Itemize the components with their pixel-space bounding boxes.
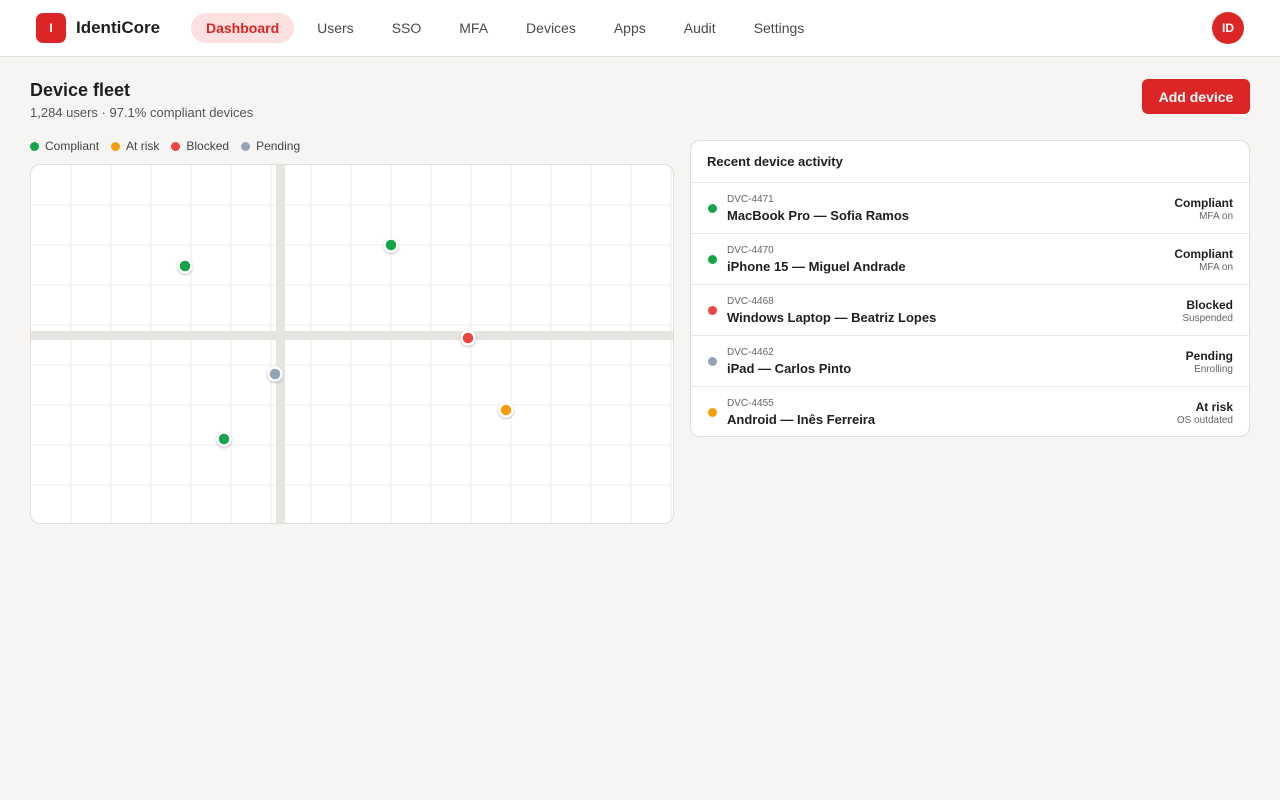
activity-panel-title: Recent device activity: [691, 141, 1249, 183]
nav-item-audit[interactable]: Audit: [669, 13, 731, 43]
status-dot: [708, 255, 717, 264]
device-status-detail: MFA on: [1199, 262, 1233, 273]
status-dot: [708, 306, 717, 315]
status-dot: [708, 357, 717, 366]
device-name: Android — Inês Ferreira: [727, 412, 876, 427]
legend-dot-pending: [241, 141, 251, 151]
page-subtitle: 1,284 users · 97.1% compliant devices: [30, 105, 254, 120]
device-id: DVC-4468: [727, 296, 774, 307]
app-logo-icon[interactable]: I: [36, 13, 66, 43]
device-id: DVC-4470: [727, 245, 774, 256]
device-name: MacBook Pro — Sofia Ramos: [727, 208, 910, 223]
device-status: Compliant: [1174, 247, 1233, 261]
device-status: Blocked: [1186, 298, 1233, 312]
device-status: At risk: [1195, 400, 1233, 414]
app-name: IdentiCore: [76, 18, 161, 37]
device-marker[interactable]: [460, 330, 476, 346]
nav-item-apps[interactable]: Apps: [599, 13, 661, 43]
legend-dot-at-risk: [111, 141, 121, 151]
activity-row[interactable]: DVC-4468 Windows Laptop — Beatriz Lopes …: [691, 285, 1249, 336]
legend-label: Compliant: [45, 139, 100, 153]
device-marker[interactable]: [383, 237, 399, 253]
device-status-legend: Compliant At risk Blocked Pending: [30, 139, 312, 153]
top-navigation-bar: I IdentiCore Dashboard Users SSO MFA Dev…: [0, 0, 1280, 57]
device-id: DVC-4471: [727, 194, 774, 205]
device-status-detail: Suspended: [1182, 313, 1233, 324]
status-dot: [708, 204, 717, 213]
recent-device-activity-panel: Recent device activity DVC-4471 MacBook …: [690, 140, 1250, 437]
legend-dot-compliant: [30, 141, 39, 151]
device-status-detail: MFA on: [1199, 211, 1233, 222]
map-road-horizontal: [31, 331, 673, 340]
device-map[interactable]: [30, 164, 674, 524]
main-nav: Dashboard Users SSO MFA Devices Apps Aud…: [191, 13, 827, 43]
legend-item-compliant: Compliant: [30, 139, 99, 153]
activity-row[interactable]: DVC-4471 MacBook Pro — Sofia Ramos Compl…: [691, 183, 1249, 234]
device-name: iPhone 15 — Miguel Andrade: [727, 259, 906, 274]
device-map-canvas[interactable]: [31, 165, 674, 524]
legend-item-blocked: Blocked: [171, 139, 229, 153]
device-status-detail: Enrolling: [1194, 364, 1233, 375]
device-name: Windows Laptop — Beatriz Lopes: [727, 310, 937, 325]
device-status: Compliant: [1174, 196, 1233, 210]
activity-row[interactable]: DVC-4462 iPad — Carlos Pinto Pending Enr…: [691, 336, 1249, 387]
device-marker[interactable]: [267, 366, 283, 382]
nav-item-devices[interactable]: Devices: [511, 13, 591, 43]
nav-item-mfa[interactable]: MFA: [444, 13, 503, 43]
add-device-button[interactable]: Add device: [1142, 79, 1250, 114]
device-status-detail: OS outdated: [1176, 415, 1233, 426]
nav-item-settings[interactable]: Settings: [739, 13, 820, 43]
device-id: DVC-4455: [727, 398, 774, 409]
device-id: DVC-4462: [727, 347, 774, 358]
legend-item-pending: Pending: [241, 139, 300, 153]
activity-row[interactable]: DVC-4455 Android — Inês Ferreira At risk…: [691, 387, 1249, 436]
device-marker[interactable]: [177, 258, 193, 274]
device-marker[interactable]: [498, 402, 514, 418]
status-dot: [708, 408, 717, 417]
legend-label: At risk: [126, 139, 160, 153]
activity-row[interactable]: DVC-4470 iPhone 15 — Miguel Andrade Comp…: [691, 234, 1249, 285]
legend-dot-blocked: [171, 141, 181, 151]
nav-item-dashboard[interactable]: Dashboard: [191, 13, 295, 43]
nav-item-users[interactable]: Users: [302, 13, 369, 43]
user-avatar[interactable]: ID: [1212, 12, 1244, 44]
device-marker[interactable]: [216, 431, 232, 447]
legend-label: Pending: [256, 139, 301, 153]
legend-item-at-risk: At risk: [111, 139, 159, 153]
page-title: Device fleet: [30, 80, 131, 100]
map-road-vertical: [276, 165, 285, 523]
legend-label: Blocked: [186, 139, 230, 153]
nav-item-sso[interactable]: SSO: [377, 13, 437, 43]
device-name: iPad — Carlos Pinto: [727, 361, 852, 376]
device-status: Pending: [1185, 349, 1233, 363]
